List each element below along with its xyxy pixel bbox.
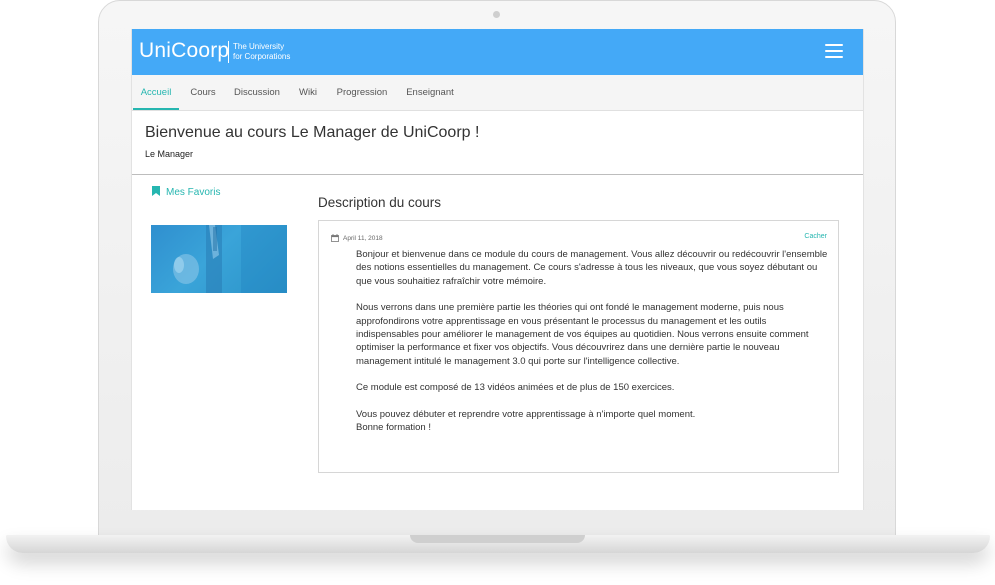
course-header: Bienvenue au cours Le Manager de UniCoor…	[132, 111, 863, 175]
top-header-bar: UniCoorp The University for Corporations	[132, 29, 863, 75]
bookmark-icon	[152, 186, 160, 196]
laptop-base-notch	[410, 535, 585, 543]
brand-tagline-line2: for Corporations	[233, 52, 291, 61]
description-heading: Description du cours	[318, 195, 442, 210]
favorites-label: Mes Favoris	[166, 187, 221, 198]
description-paragraph: Nous verrons dans une première partie le…	[356, 302, 809, 367]
tab-wiki[interactable]: Wiki	[296, 75, 320, 110]
description-panel: April 11, 2018 Cacher Bonjour et bienven…	[318, 220, 839, 473]
description-body: Bonjour et bienvenue dans ce module du c…	[356, 248, 831, 447]
course-tab-bar: Accueil Cours Discussion Wiki Progressio…	[132, 75, 863, 111]
tab-cours[interactable]: Cours	[188, 75, 218, 110]
logo-divider	[228, 41, 229, 63]
laptop-camera	[493, 11, 500, 18]
post-date: April 11, 2018	[331, 234, 383, 242]
hide-description-link[interactable]: Cacher	[804, 233, 827, 240]
hamburger-menu-icon[interactable]	[825, 44, 843, 58]
tab-accueil[interactable]: Accueil	[133, 75, 179, 110]
calendar-icon	[331, 234, 339, 242]
post-date-text: April 11, 2018	[343, 235, 383, 242]
description-paragraph: Bonjour et bienvenue dans ce module du c…	[356, 249, 828, 287]
brand-logo[interactable]: UniCoorp	[139, 39, 229, 63]
brand-tagline-line1: The University	[233, 42, 285, 51]
brand-tagline: The University for Corporations	[233, 42, 290, 62]
description-paragraph: Vous pouvez débuter et reprendre votre a…	[356, 408, 696, 420]
course-title: Bienvenue au cours Le Manager de UniCoor…	[145, 124, 480, 141]
description-paragraph: Ce module est composé de 13 vidéos animé…	[356, 382, 675, 394]
tab-enseignant[interactable]: Enseignant	[404, 75, 456, 110]
favorites-link[interactable]: Mes Favoris	[152, 186, 220, 198]
app-screen: UniCoorp The University for Corporations…	[131, 29, 864, 510]
course-thumbnail-image[interactable]	[151, 225, 287, 293]
description-paragraph: Bonne formation !	[356, 422, 431, 434]
course-subtitle: Le Manager	[145, 149, 194, 159]
tab-progression[interactable]: Progression	[335, 75, 389, 110]
tab-discussion[interactable]: Discussion	[233, 75, 281, 110]
